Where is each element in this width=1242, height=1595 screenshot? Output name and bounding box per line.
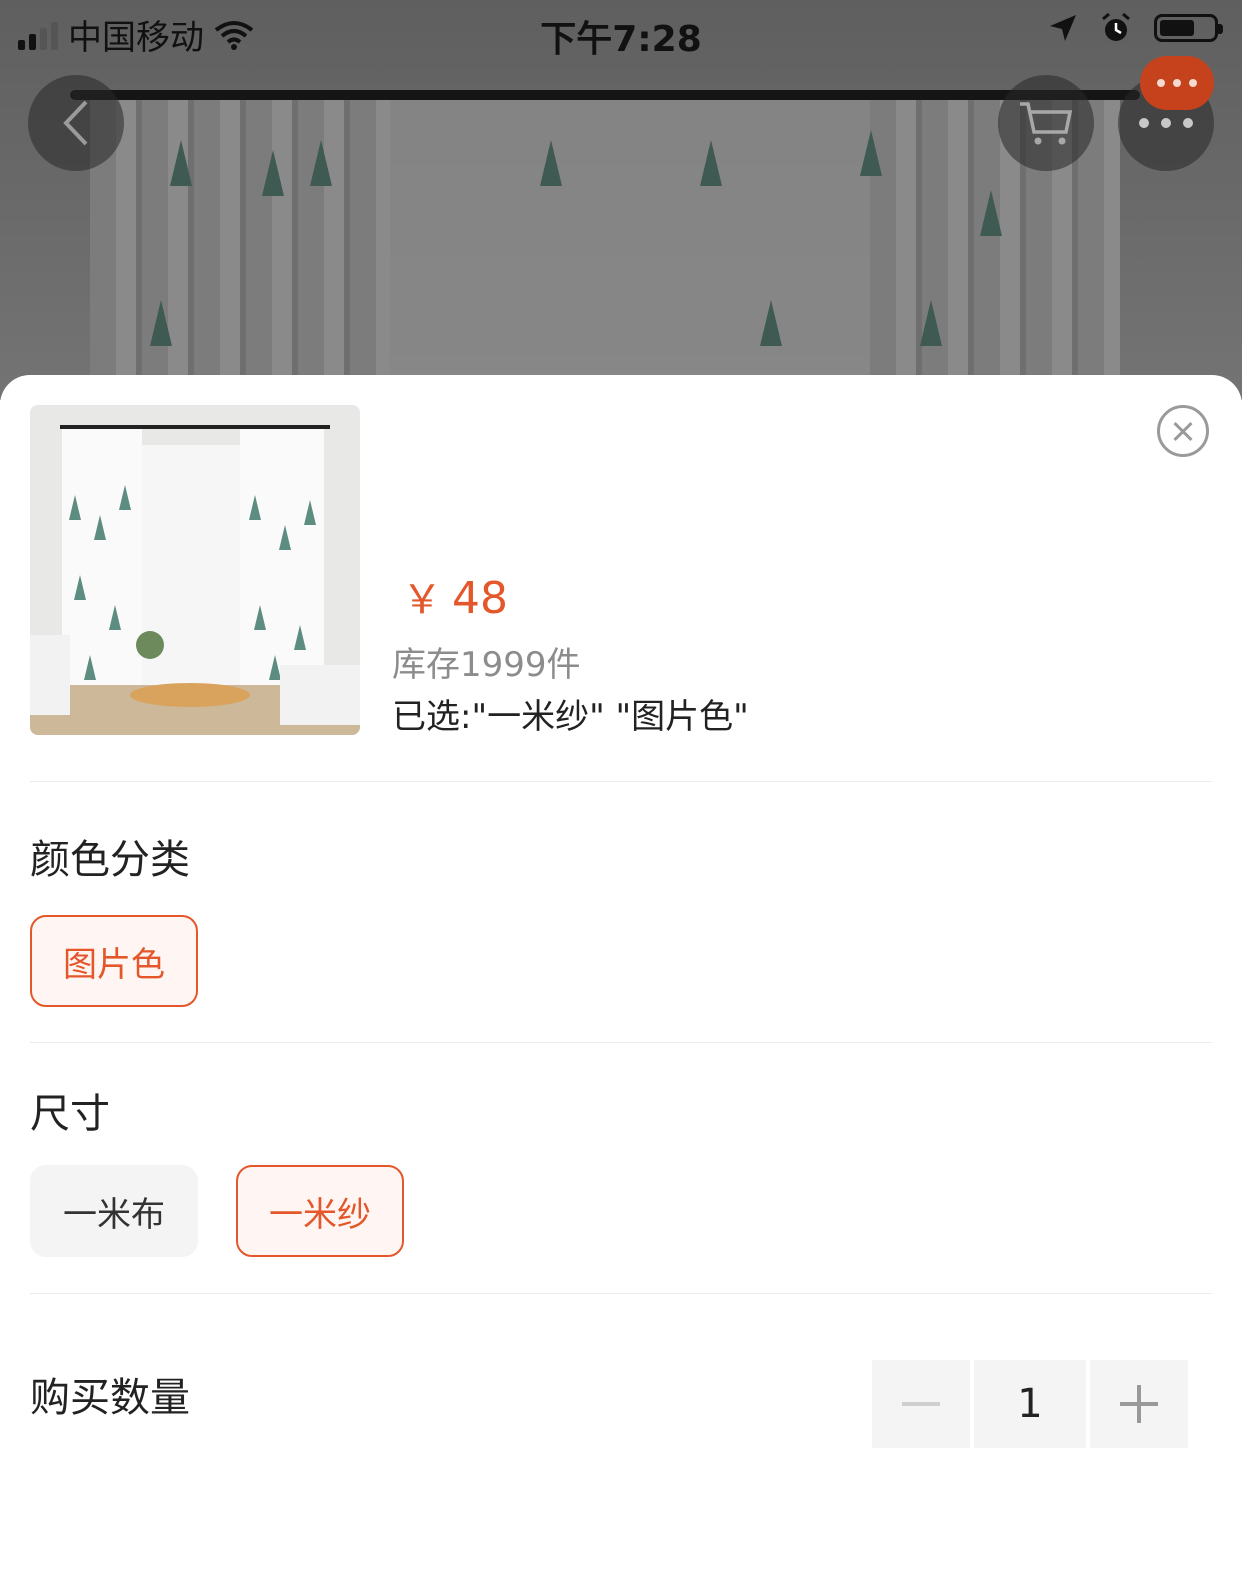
quantity-section-title: 购买数量 (30, 1375, 190, 1421)
battery-icon (1154, 14, 1223, 42)
chevron-left-icon (63, 100, 88, 146)
divider (30, 781, 1212, 782)
selected-summary: 已选:"一米纱" "图片色" (392, 697, 749, 737)
size-option-sheer[interactable]: 一米纱 (236, 1165, 404, 1257)
cart-button[interactable] (998, 75, 1094, 171)
location-arrow-icon (1050, 15, 1076, 41)
product-price: ￥ 48 (402, 567, 508, 625)
price-value: 48 (452, 573, 508, 624)
size-option-fabric[interactable]: 一米布 (30, 1165, 198, 1257)
message-badge[interactable] (1140, 56, 1214, 110)
more-dots-icon (1139, 118, 1193, 128)
option-label: 图片色 (63, 944, 165, 985)
minus-icon (902, 1402, 940, 1406)
option-label: 一米布 (63, 1194, 165, 1235)
quantity-stepper: 1 (872, 1360, 1188, 1448)
plus-icon (1120, 1385, 1158, 1423)
divider (30, 1293, 1212, 1294)
cart-icon (1020, 102, 1073, 145)
increase-button[interactable] (1090, 1360, 1188, 1448)
currency-symbol: ￥ (402, 577, 442, 623)
color-section-title: 颜色分类 (30, 837, 190, 883)
alarm-icon (1102, 12, 1130, 41)
stock-count: 库存1999件 (392, 645, 581, 685)
divider (30, 1042, 1212, 1043)
quantity-value[interactable]: 1 (974, 1360, 1086, 1448)
product-thumbnail (30, 405, 360, 735)
decrease-button[interactable] (872, 1360, 970, 1448)
status-bar: 中国移动 下午7:28 (0, 0, 1242, 64)
close-sheet-button[interactable] (1157, 405, 1209, 457)
size-section-title: 尺寸 (30, 1091, 110, 1137)
back-button[interactable] (28, 75, 124, 171)
sku-selector-sheet: ￥ 48 库存1999件 已选:"一米纱" "图片色" 颜色分类 图片色 尺寸 一… (0, 375, 1242, 1595)
option-label: 一米纱 (269, 1194, 371, 1235)
color-option-picture[interactable]: 图片色 (30, 915, 198, 1007)
